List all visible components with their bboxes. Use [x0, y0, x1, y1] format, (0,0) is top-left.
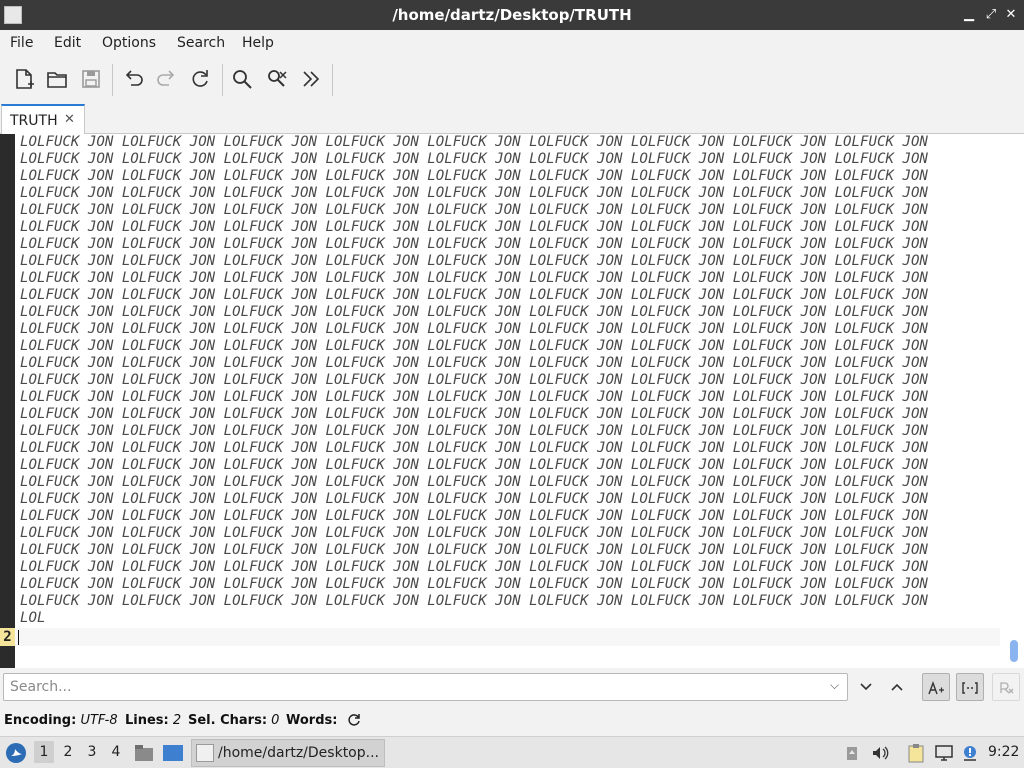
- taskbar-window-button[interactable]: /home/dartz/Desktop...: [191, 739, 385, 767]
- notification-icon[interactable]: [961, 744, 979, 762]
- clock: 9:22: [988, 744, 1020, 760]
- toolbar-separator: [112, 64, 113, 96]
- undo-icon[interactable]: [120, 66, 146, 92]
- replace-icon[interactable]: [264, 66, 290, 92]
- minimize-button[interactable]: ▁: [960, 5, 978, 25]
- status-words: Words:: [286, 713, 337, 728]
- menu-help[interactable]: Help: [242, 35, 274, 51]
- more-icon[interactable]: [298, 66, 324, 92]
- sel-chars-value: 0: [271, 713, 280, 728]
- line-number-gutter: 2: [0, 134, 15, 668]
- status-lines: Lines: 2: [125, 713, 181, 728]
- reload-icon[interactable]: [187, 66, 213, 92]
- whole-word-toggle[interactable]: [956, 673, 984, 701]
- toolbar: [0, 56, 1024, 102]
- desktop-3[interactable]: 3: [82, 744, 102, 760]
- desktop-4[interactable]: 4: [106, 744, 126, 760]
- clipboard-icon[interactable]: [906, 743, 926, 763]
- menu-file[interactable]: File: [10, 35, 33, 51]
- encoding-label: Encoding:: [4, 713, 77, 728]
- words-label: Words:: [286, 713, 338, 728]
- encoding-value: UTF-8: [80, 713, 118, 728]
- menu-search[interactable]: Search: [177, 35, 225, 51]
- window-title: /home/dartz/Desktop/TRUTH: [392, 6, 632, 24]
- document-text[interactable]: LOLFUCK JON LOLFUCK JON LOLFUCK JON LOLF…: [20, 134, 995, 668]
- vertical-scrollbar[interactable]: [1004, 134, 1024, 668]
- current-line-number: 2: [0, 628, 15, 646]
- open-file-icon[interactable]: [44, 66, 70, 92]
- menu-options[interactable]: Options: [102, 35, 156, 51]
- start-menu-icon[interactable]: [4, 741, 28, 765]
- window-app-icon: [196, 744, 214, 762]
- desktop-1[interactable]: 1: [34, 741, 54, 763]
- new-file-icon[interactable]: [11, 66, 37, 92]
- taskbar: 1 2 3 4 /home/dartz/Desktop... 9:22: [0, 736, 1024, 768]
- find-previous-button[interactable]: [883, 673, 911, 701]
- match-case-toggle[interactable]: [922, 673, 950, 701]
- text-caret: [18, 630, 19, 645]
- redo-icon[interactable]: [154, 66, 180, 92]
- status-sel-chars: Sel. Chars: 0: [188, 713, 279, 728]
- toolbar-separator: [332, 64, 333, 96]
- tab-label: TRUTH: [10, 113, 58, 129]
- save-icon[interactable]: [78, 66, 104, 92]
- status-bar: Encoding: UTF-8 Lines: 2 Sel. Chars: 0 W…: [0, 708, 1024, 736]
- network-icon[interactable]: [934, 744, 954, 762]
- search-bar: ⌵: [0, 668, 1024, 708]
- search-history-dropdown-icon[interactable]: ⌵: [830, 678, 839, 693]
- desktop-2[interactable]: 2: [58, 744, 78, 760]
- search-input[interactable]: [10, 678, 810, 696]
- close-window-button[interactable]: ✕: [1002, 5, 1020, 25]
- toolbar-separator: [222, 64, 223, 96]
- find-icon[interactable]: [229, 66, 255, 92]
- lines-value: 2: [172, 713, 182, 728]
- maximize-button[interactable]: ⤢: [982, 5, 1000, 25]
- refresh-word-count-icon[interactable]: [346, 712, 362, 732]
- taskbar-window-title: /home/dartz/Desktop...: [218, 745, 379, 761]
- title-bar: /home/dartz/Desktop/TRUTH ▁ ⤢ ✕: [0, 0, 1024, 30]
- search-box[interactable]: ⌵: [3, 673, 848, 701]
- sel-chars-label: Sel. Chars:: [188, 713, 268, 728]
- editor-area[interactable]: 2 LOLFUCK JON LOLFUCK JON LOLFUCK JON LO…: [0, 134, 1024, 668]
- regex-toggle[interactable]: [992, 673, 1020, 701]
- scrollbar-thumb[interactable]: [1010, 640, 1018, 662]
- tab-bar: TRUTH ✕: [0, 102, 1024, 135]
- menu-bar: File Edit Options Search Help: [0, 30, 1024, 56]
- menu-edit[interactable]: Edit: [54, 35, 81, 51]
- find-next-button[interactable]: [852, 673, 880, 701]
- close-tab-icon[interactable]: ✕: [64, 112, 75, 127]
- show-desktop-icon[interactable]: [162, 744, 184, 762]
- volume-icon[interactable]: [871, 745, 889, 761]
- file-manager-icon[interactable]: [134, 744, 154, 762]
- tab-truth[interactable]: TRUTH ✕: [1, 104, 85, 135]
- lines-label: Lines:: [125, 713, 169, 728]
- removable-media-icon[interactable]: [845, 745, 859, 761]
- status-encoding: Encoding: UTF-8: [4, 713, 118, 728]
